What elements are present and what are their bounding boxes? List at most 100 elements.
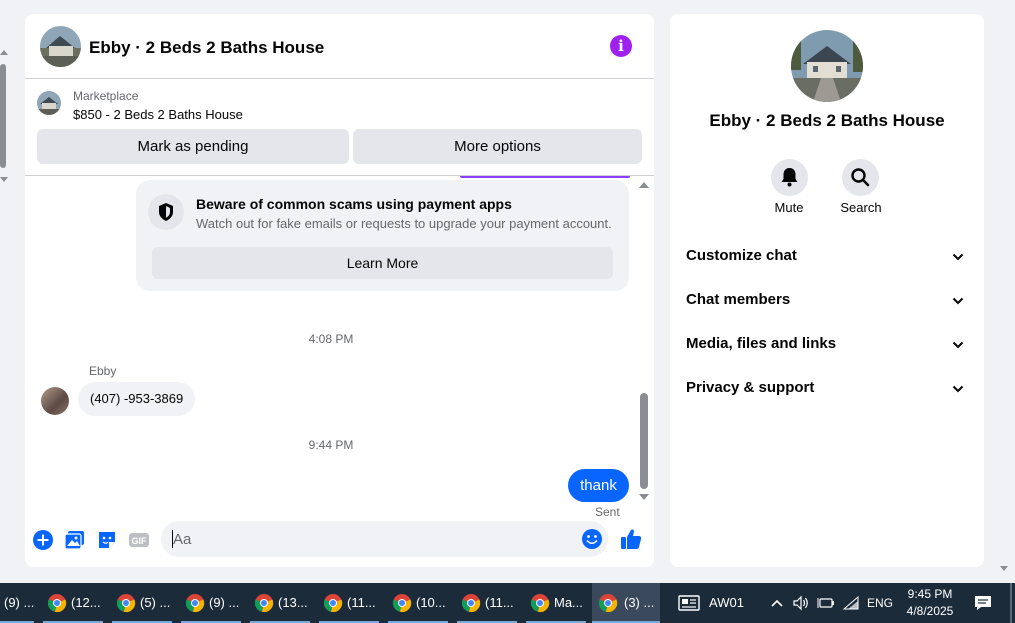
- scroll-up-arrow-icon[interactable]: [0, 50, 8, 55]
- scroll-down-arrow-icon[interactable]: [1000, 566, 1008, 571]
- taskbar-item[interactable]: (9) ...: [181, 583, 243, 623]
- taskbar-item[interactable]: Ma...: [526, 583, 588, 623]
- message-input-wrapper: [161, 521, 608, 557]
- notifications-icon[interactable]: [973, 583, 993, 623]
- taskbar-item-label: (9) ...: [209, 595, 240, 610]
- page-scrollbar[interactable]: [0, 0, 8, 583]
- menu-label: Privacy & support: [686, 379, 815, 396]
- marketplace-listing: Marketplace $850 - 2 Beds 2 Baths House …: [25, 79, 654, 176]
- message-input[interactable]: [173, 529, 553, 549]
- sender-avatar[interactable]: [41, 387, 69, 415]
- photo-icon[interactable]: [64, 529, 86, 551]
- chrome-icon: [254, 594, 274, 613]
- chrome-icon: [116, 594, 136, 613]
- scrollbar-thumb[interactable]: [640, 393, 648, 489]
- news-widget-icon: [678, 595, 700, 611]
- menu-label: Chat members: [686, 291, 791, 308]
- tray-app[interactable]: AW01: [678, 583, 748, 623]
- sticker-icon[interactable]: [96, 529, 118, 551]
- taskbar-item[interactable]: (5) ...: [112, 583, 174, 623]
- show-desktop-button[interactable]: [1010, 583, 1012, 623]
- chevron-down-icon: [952, 253, 964, 261]
- taskbar-item-label: (3) ...: [624, 595, 655, 610]
- more-options-button[interactable]: More options: [353, 129, 642, 164]
- taskbar-item[interactable]: (12...: [43, 583, 105, 623]
- language-indicator[interactable]: ENG: [866, 583, 894, 623]
- messages-scrollbar[interactable]: [637, 176, 651, 516]
- volume-icon[interactable]: [792, 583, 810, 623]
- chrome-icon: [598, 594, 618, 613]
- emoji-icon[interactable]: [581, 528, 603, 550]
- taskbar-item[interactable]: (13...: [250, 583, 312, 623]
- bell-icon: [781, 168, 798, 187]
- chat-members-row[interactable]: Chat members: [686, 291, 970, 311]
- chrome-icon: [323, 594, 343, 613]
- chat-title[interactable]: Ebby · 2 Beds 2 Baths House: [89, 38, 324, 58]
- sent-status: Sent: [595, 505, 620, 516]
- taskbar-item[interactable]: (9) ...: [0, 583, 36, 623]
- wifi-icon[interactable]: [843, 583, 859, 623]
- chevron-down-icon: [952, 297, 964, 305]
- taskbar-item-label: (10...: [416, 595, 446, 610]
- message-timestamp: 4:08 PM: [308, 332, 354, 346]
- taskbar-item-label: Ma...: [554, 595, 583, 610]
- search-icon: [851, 168, 870, 187]
- chrome-icon: [392, 594, 412, 613]
- profile-avatar[interactable]: [791, 30, 863, 102]
- windows-taskbar: (9) ... (12... (5) ... (9) ... (13... (1…: [0, 583, 1015, 623]
- mark-as-pending-button[interactable]: Mark as pending: [37, 129, 349, 164]
- scrollbar-thumb[interactable]: [0, 64, 6, 168]
- message-list: Beware of common scams using payment app…: [25, 176, 654, 516]
- chat-details-panel: Ebby · 2 Beds 2 Baths House Mute Search …: [670, 14, 984, 567]
- thumbs-up-icon[interactable]: [620, 527, 642, 549]
- system-clock[interactable]: 9:45 PM 4/8/2025: [898, 586, 962, 620]
- profile-title: Ebby · 2 Beds 2 Baths House: [709, 111, 945, 130]
- menu-label: Customize chat: [686, 247, 797, 264]
- mute-button[interactable]: [771, 159, 808, 196]
- info-icon[interactable]: i: [610, 35, 632, 57]
- search-button[interactable]: [842, 159, 879, 196]
- warning-title: Beware of common scams using payment app…: [196, 196, 512, 212]
- message-bubble-edge: [460, 176, 630, 178]
- message-composer: GIF: [25, 516, 654, 567]
- incoming-message[interactable]: (407) -953-3869: [78, 382, 196, 416]
- taskbar-item[interactable]: (11...: [457, 583, 519, 623]
- taskbar-item[interactable]: (10...: [388, 583, 450, 623]
- taskbar-item[interactable]: (11...: [319, 583, 381, 623]
- text-caret: [172, 530, 173, 548]
- chevron-up-icon[interactable]: [770, 583, 784, 623]
- privacy-support-row[interactable]: Privacy & support: [686, 379, 970, 399]
- shield-icon: [148, 194, 184, 230]
- scroll-down-arrow-icon[interactable]: [0, 177, 8, 182]
- clock-date: 4/8/2025: [906, 604, 954, 618]
- battery-icon[interactable]: [817, 583, 835, 623]
- clock-time: 9:45 PM: [907, 587, 953, 601]
- menu-label: Media, files and links: [686, 335, 837, 352]
- scam-warning-card: Beware of common scams using payment app…: [136, 180, 629, 291]
- listing-price-title[interactable]: $850 - 2 Beds 2 Baths House: [73, 107, 243, 122]
- sender-name: Ebby: [89, 364, 117, 378]
- plus-icon[interactable]: [32, 529, 54, 551]
- svg-text:GIF: GIF: [132, 536, 148, 546]
- taskbar-item-active[interactable]: (3) ...: [592, 583, 660, 623]
- taskbar-item-label: (9) ...: [4, 595, 35, 610]
- search-label: Search: [840, 200, 882, 215]
- chrome-icon: [461, 594, 481, 613]
- chevron-down-icon: [952, 341, 964, 349]
- listing-source: Marketplace: [73, 89, 139, 103]
- taskbar-item-label: (11...: [347, 595, 376, 610]
- listing-thumbnail[interactable]: [37, 91, 61, 115]
- tray-app-label: AW01: [709, 595, 744, 610]
- customize-chat-row[interactable]: Customize chat: [686, 247, 970, 267]
- scroll-up-arrow-icon[interactable]: [639, 182, 649, 188]
- gif-icon[interactable]: GIF: [128, 529, 150, 551]
- outgoing-message[interactable]: thank: [568, 469, 629, 502]
- taskbar-item-label: (11...: [485, 595, 514, 610]
- media-files-links-row[interactable]: Media, files and links: [686, 335, 970, 355]
- scroll-down-arrow-icon[interactable]: [639, 494, 649, 500]
- learn-more-button[interactable]: Learn More: [152, 247, 613, 279]
- chrome-icon: [47, 594, 67, 613]
- chat-avatar[interactable]: [40, 26, 81, 67]
- message-timestamp: 9:44 PM: [308, 438, 354, 452]
- chat-window: Ebby · 2 Beds 2 Baths House i Marketplac…: [25, 14, 654, 567]
